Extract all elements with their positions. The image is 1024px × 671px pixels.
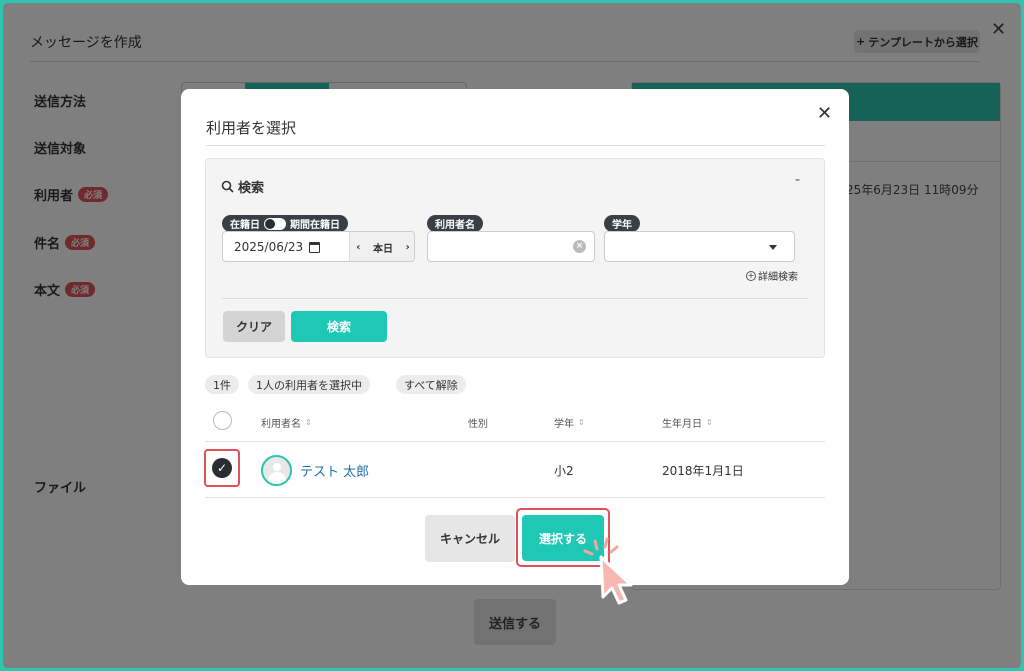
result-count-badge: 1件 [205, 375, 239, 394]
grade-label: 学年 [612, 220, 632, 231]
selected-count-badge: 1人の利用者を選択中 [248, 375, 370, 394]
user-name-label: 利用者名 [435, 220, 475, 231]
today-button[interactable]: 本日 [373, 240, 393, 255]
period-date-label: 期間在籍日 [290, 220, 340, 231]
header-grade-text: 学年 [554, 419, 574, 430]
search-icon [221, 180, 234, 193]
table-header-divider [205, 441, 825, 442]
sort-icon: ⇕ [305, 417, 312, 427]
search-panel: 検索 - 在籍日 期間在籍日 2025/06/23 ‹ 本日 › 利用者名 × … [205, 158, 825, 358]
header-gender-text: 性別 [468, 419, 488, 430]
enrolled-date-label: 在籍日 [230, 220, 260, 231]
toggle-switch[interactable] [264, 217, 286, 230]
grade-cell: 小2 [554, 464, 574, 478]
modal-close-icon[interactable]: ✕ [817, 103, 832, 124]
advanced-search-label: 詳細検索 [758, 272, 798, 283]
header-birthday-text: 生年月日 [662, 419, 702, 430]
grade-tag: 学年 [604, 215, 640, 232]
birthday-cell: 2018年1月1日 [662, 464, 744, 478]
column-header-name[interactable]: 利用者名 ⇕ [261, 415, 312, 430]
cancel-button[interactable]: キャンセル [425, 515, 515, 562]
avatar [261, 455, 292, 486]
plus-circle-icon: + [746, 270, 756, 281]
column-header-grade[interactable]: 学年 ⇕ [554, 415, 585, 430]
search-heading-text: 検索 [238, 181, 265, 196]
enrolled-date-input[interactable]: 2025/06/23 ‹ 本日 › [222, 231, 415, 262]
search-divider [222, 298, 808, 299]
deselect-all-button[interactable]: すべて解除 [396, 375, 466, 394]
collapse-icon[interactable]: - [795, 172, 800, 188]
select-user-modal: 利用者を選択 ✕ 検索 - 在籍日 期間在籍日 2025/06/23 ‹ 本日 … [181, 89, 849, 585]
search-button[interactable]: 検索 [291, 311, 387, 342]
column-header-birthday[interactable]: 生年月日 ⇕ [662, 415, 713, 430]
modal-divider [206, 145, 825, 146]
header-name-text: 利用者名 [261, 419, 301, 430]
search-heading[interactable]: 検索 [221, 177, 264, 196]
calendar-icon[interactable] [309, 241, 321, 253]
user-name-input[interactable] [427, 231, 595, 262]
enrolled-date-toggle[interactable]: 在籍日 期間在籍日 [222, 215, 348, 232]
column-header-gender: 性別 [468, 415, 488, 430]
clear-input-icon[interactable]: × [573, 240, 586, 253]
pointer-cursor-icon [583, 537, 633, 605]
chevron-down-icon [769, 245, 777, 250]
user-name-tag: 利用者名 [427, 215, 483, 232]
sort-icon: ⇕ [706, 417, 713, 427]
prev-day-icon[interactable]: ‹ [356, 242, 360, 253]
grade-select[interactable] [604, 231, 795, 262]
row-checkbox-checked[interactable]: ✓ [212, 458, 232, 478]
sort-icon: ⇕ [578, 417, 585, 427]
date-value: 2025/06/23 [234, 240, 304, 254]
app-frame: メッセージを作成 + テンプレートから選択 ✕ 送信方法 送信対象 利用者必須 … [3, 3, 1021, 668]
advanced-search-link[interactable]: + 詳細検索 [746, 268, 798, 283]
today-control: ‹ 本日 › [349, 232, 414, 261]
user-name-link[interactable]: テスト 太郎 [300, 461, 369, 480]
select-all-checkbox[interactable] [213, 411, 232, 430]
next-day-icon[interactable]: › [406, 242, 410, 253]
table-row-divider [205, 497, 825, 498]
clear-button[interactable]: クリア [223, 311, 285, 342]
modal-title: 利用者を選択 [206, 119, 297, 137]
